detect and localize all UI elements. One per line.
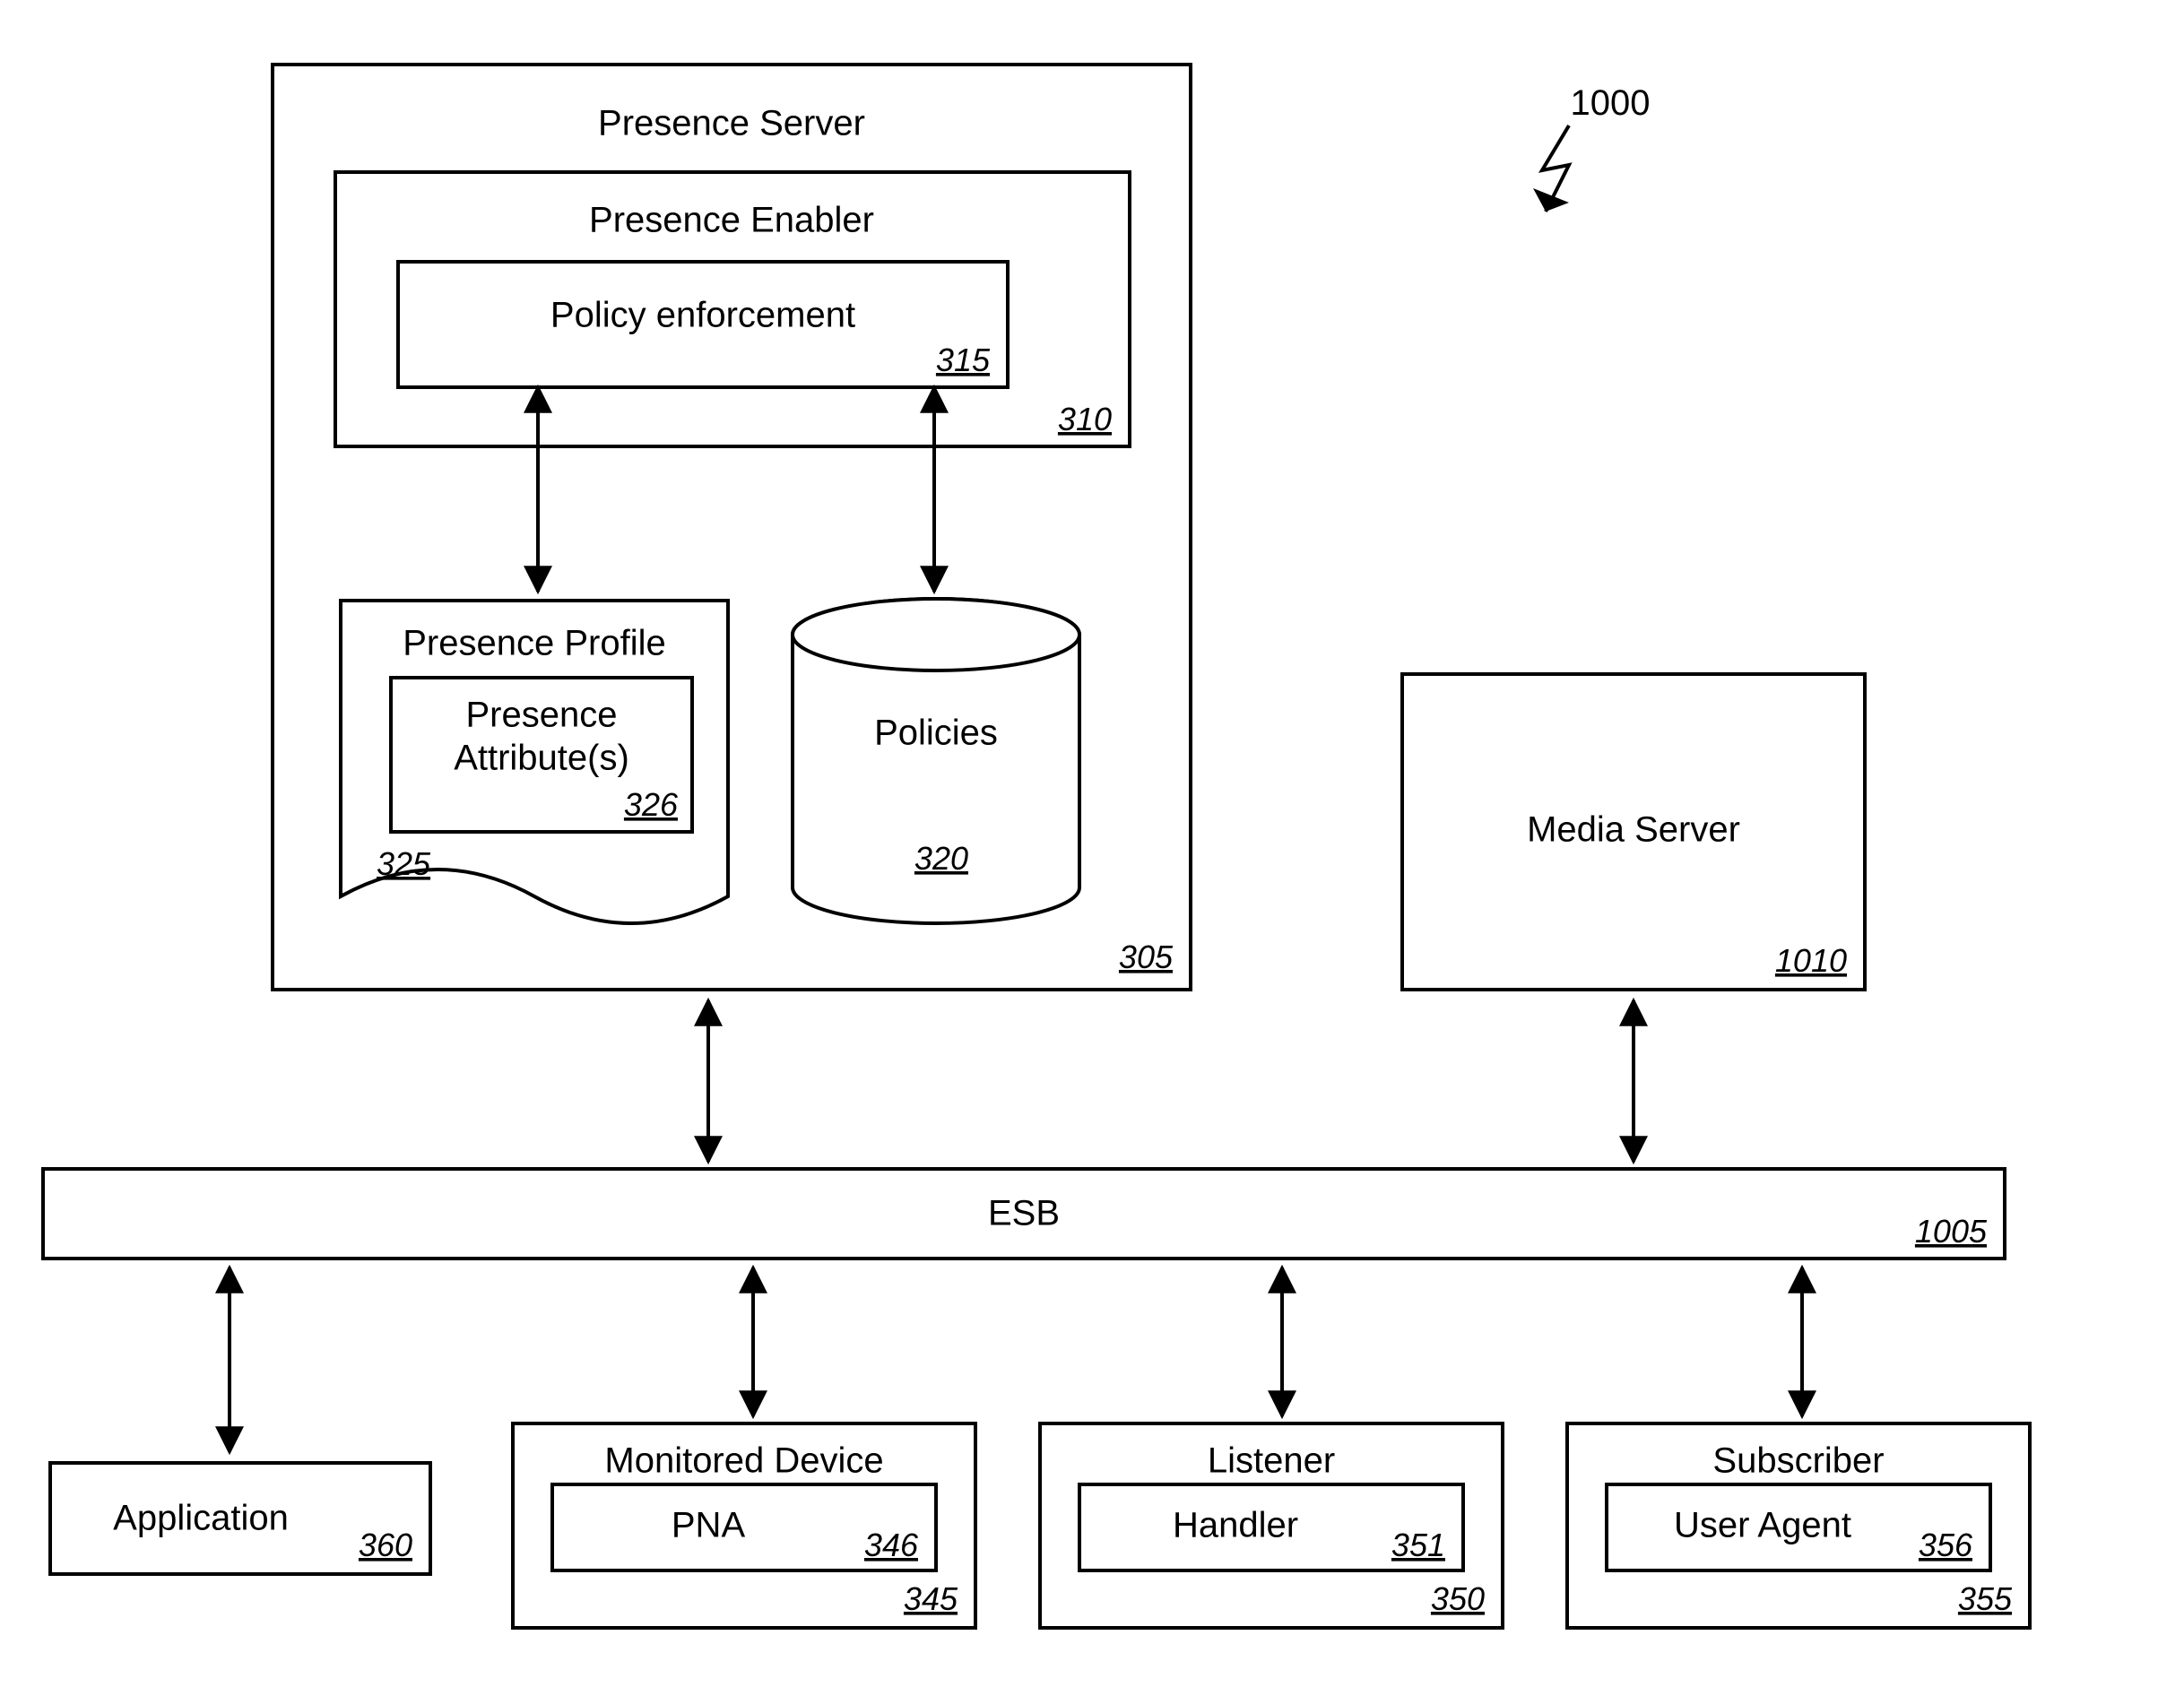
monitored-device-ref: 345: [904, 1580, 958, 1617]
presence-attributes-title-1: Presence: [466, 696, 618, 735]
presence-profile-title: Presence Profile: [403, 624, 665, 663]
figure-ref-icon: 1000: [1533, 83, 1650, 212]
media-server-title: Media Server: [1527, 810, 1740, 850]
subscriber-title: Subscriber: [1712, 1441, 1884, 1481]
user-agent-box: User Agent 356: [1607, 1484, 1990, 1570]
presence-server-title: Presence Server: [598, 104, 865, 143]
subscriber-ref: 355: [1958, 1580, 2013, 1617]
presence-attributes-ref: 326: [624, 786, 679, 823]
monitored-device-title: Monitored Device: [604, 1441, 883, 1481]
presence-enabler-ref: 310: [1058, 401, 1112, 437]
handler-title: Handler: [1173, 1506, 1298, 1545]
policies-ref: 320: [914, 840, 968, 877]
pna-box: PNA 346: [552, 1484, 936, 1570]
presence-profile-ref: 325: [377, 845, 431, 882]
handler-box: Handler 351: [1079, 1484, 1463, 1570]
esb-title: ESB: [988, 1194, 1060, 1233]
listener-title: Listener: [1208, 1441, 1335, 1481]
presence-attributes-box: Presence Attribute(s) 326: [391, 678, 692, 832]
listener-ref: 350: [1431, 1580, 1485, 1617]
application-title: Application: [113, 1499, 289, 1538]
listener-box: Listener 350 Handler 351: [1040, 1423, 1503, 1628]
architecture-diagram: 1000 Presence Server 305 Presence Enable…: [0, 0, 2184, 1687]
monitored-device-box: Monitored Device 345 PNA 346: [513, 1423, 975, 1628]
esb-ref: 1005: [1915, 1213, 1988, 1250]
presence-server-box: Presence Server 305 Presence Enabler 310…: [273, 65, 1191, 990]
pna-title: PNA: [672, 1506, 746, 1545]
esb-box: ESB 1005: [43, 1169, 2005, 1259]
policies-title: Policies: [874, 714, 998, 753]
presence-server-ref: 305: [1119, 939, 1174, 975]
pna-ref: 346: [864, 1527, 919, 1563]
application-box: Application 360: [50, 1463, 430, 1574]
presence-attributes-title-2: Attribute(s): [454, 739, 629, 778]
figure-ref-label: 1000: [1571, 83, 1651, 123]
presence-enabler-box: Presence Enabler 310 Policy enforcement …: [335, 172, 1130, 446]
policy-enforcement-box: Policy enforcement 315: [398, 262, 1008, 387]
media-server-box: Media Server 1010: [1402, 674, 1865, 990]
policies-cylinder: Policies 320: [793, 599, 1079, 923]
presence-enabler-title: Presence Enabler: [589, 201, 874, 240]
policy-enforcement-title: Policy enforcement: [550, 296, 855, 335]
media-server-ref: 1010: [1775, 942, 1847, 979]
presence-profile-box: Presence Profile 325 Presence Attribute(…: [341, 601, 728, 923]
subscriber-box: Subscriber 355 User Agent 356: [1567, 1423, 2030, 1628]
user-agent-title: User Agent: [1674, 1506, 1851, 1545]
handler-ref: 351: [1391, 1527, 1445, 1563]
application-ref: 360: [359, 1527, 412, 1563]
user-agent-ref: 356: [1919, 1527, 1973, 1563]
policy-enforcement-ref: 315: [936, 342, 991, 378]
